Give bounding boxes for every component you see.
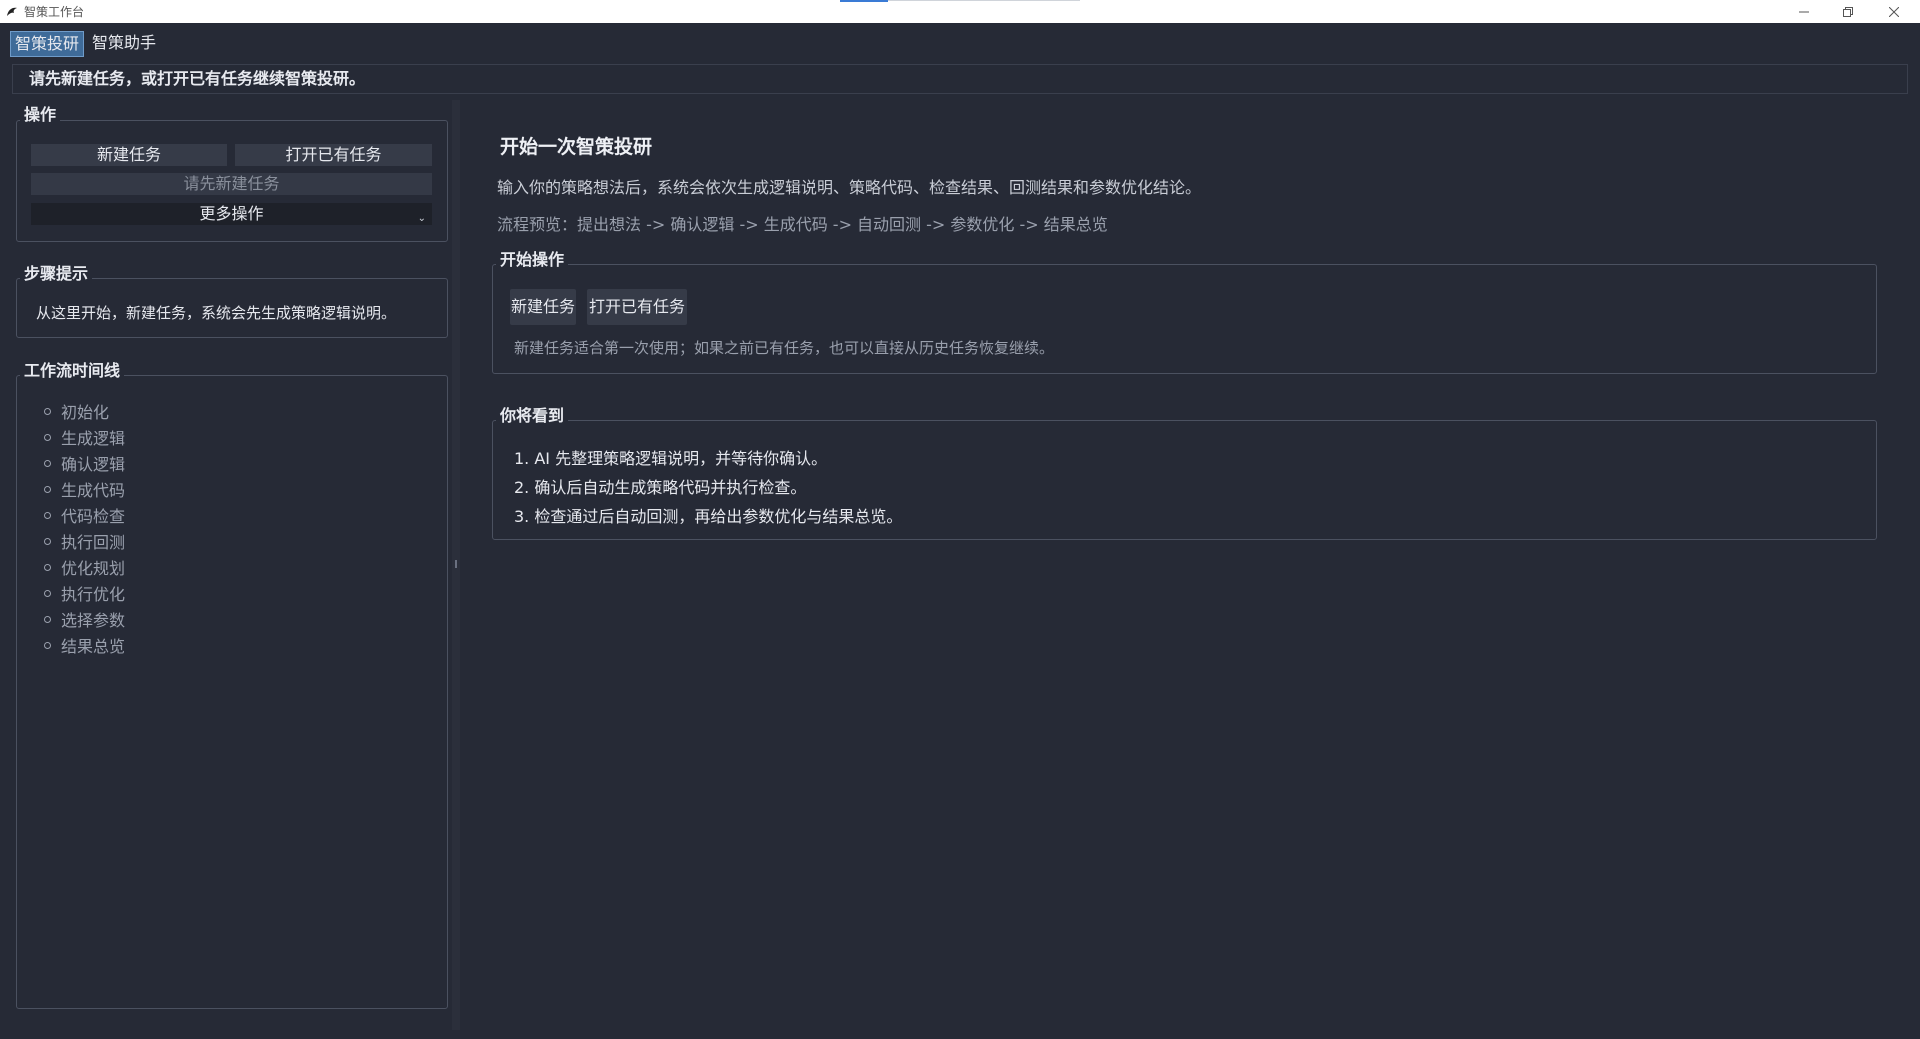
start-section-title: 开始操作 (496, 246, 569, 270)
minimize-icon[interactable] (1784, 0, 1824, 23)
app-logo-icon (4, 4, 20, 20)
timeline-item: 生成代码 (44, 476, 125, 502)
chevron-down-icon: ⌄ (417, 213, 426, 224)
timeline-title: 工作流时间线 (20, 357, 125, 381)
timeline-list: 初始化 生成逻辑 确认逻辑 生成代码 代码检查 执行回测 优化规划 执行优化 选… (44, 398, 125, 658)
timeline-item: 代码检查 (44, 502, 125, 528)
list-item: 3. 检查通过后自动回测，再给出参数优化与结果总览。 (514, 507, 903, 526)
timeline-item: 优化规划 (44, 554, 125, 580)
page-title: 开始一次智策投研 (500, 136, 653, 158)
actions-group-title: 操作 (20, 101, 61, 125)
timeline-item: 结果总览 (44, 632, 125, 658)
circle-icon (44, 511, 51, 519)
timeline-item: 生成逻辑 (44, 424, 125, 450)
circle-icon (44, 641, 51, 649)
page-description: 输入你的策略想法后，系统会依次生成逻辑说明、策略代码、检查结果、回测结果和参数优… (497, 178, 1202, 197)
timeline-item: 执行优化 (44, 580, 125, 606)
close-icon[interactable] (1874, 0, 1914, 23)
main-new-task-button[interactable]: 新建任务 (510, 289, 576, 325)
timeline-item: 初始化 (44, 398, 125, 424)
timeline-item: 确认逻辑 (44, 450, 125, 476)
circle-icon (44, 537, 51, 545)
window-title: 智策工作台 (24, 5, 85, 19)
see-section-list: 1. AI 先整理策略逻辑说明，并等待你确认。 2. 确认后自动生成策略代码并执… (514, 444, 902, 531)
hint-bar: 请先新建任务，或打开已有任务继续智策投研。 (12, 64, 1908, 94)
main-tabs: 智策投研 智策助手 (10, 31, 160, 57)
circle-icon (44, 563, 51, 571)
list-item: 1. AI 先整理策略逻辑说明，并等待你确认。 (514, 449, 828, 468)
start-section-note: 新建任务适合第一次使用；如果之前已有任务，也可以直接从历史任务恢复继续。 (514, 339, 1055, 357)
main-open-task-button[interactable]: 打开已有任务 (587, 289, 687, 325)
splitter-grip-icon (455, 560, 457, 568)
circle-icon (44, 589, 51, 597)
circle-icon (44, 407, 51, 415)
see-section-title: 你将看到 (496, 402, 569, 426)
tab-assistant[interactable]: 智策助手 (88, 31, 160, 57)
titlebar-accent (840, 0, 888, 2)
new-task-button[interactable]: 新建任务 (31, 144, 227, 166)
step-hint-text: 从这里开始，新建任务，系统会先生成策略逻辑说明。 (36, 304, 397, 322)
circle-icon (44, 485, 51, 493)
step-hint-title: 步骤提示 (20, 260, 93, 284)
circle-icon (44, 433, 51, 441)
circle-icon (44, 459, 51, 467)
panel-splitter[interactable] (452, 100, 460, 1030)
titlebar-divider (888, 0, 1080, 1)
timeline-item: 执行回测 (44, 528, 125, 554)
more-actions-dropdown[interactable]: 更多操作 ⌄ (31, 203, 432, 225)
circle-icon (44, 615, 51, 623)
list-item: 2. 确认后自动生成策略代码并执行检查。 (514, 478, 807, 497)
timeline-item: 选择参数 (44, 606, 125, 632)
open-task-button[interactable]: 打开已有任务 (235, 144, 432, 166)
more-actions-label: 更多操作 (199, 204, 264, 223)
tab-research[interactable]: 智策投研 (10, 31, 85, 57)
disabled-hint-button[interactable]: 请先新建任务 (31, 173, 432, 195)
flow-preview: 流程预览：提出想法 -> 确认逻辑 -> 生成代码 -> 自动回测 -> 参数优… (497, 215, 1108, 234)
restore-icon[interactable] (1828, 0, 1868, 23)
window-titlebar: 智策工作台 (0, 0, 1920, 23)
